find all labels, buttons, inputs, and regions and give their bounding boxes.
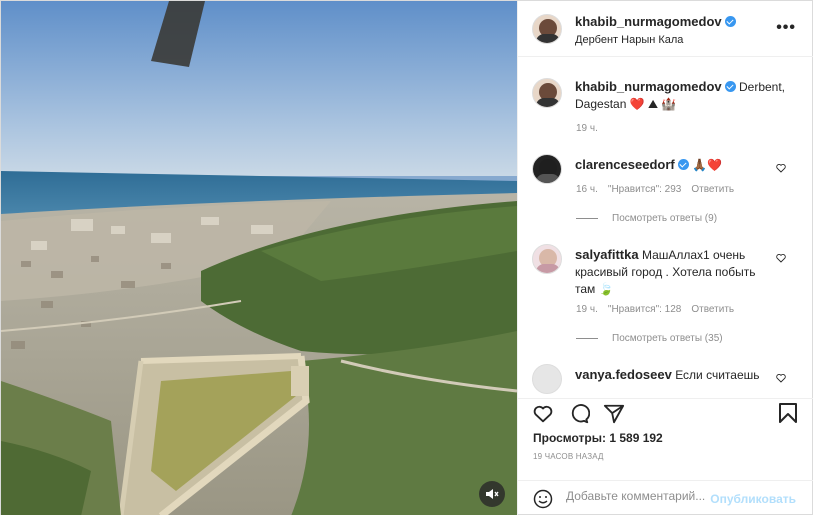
comment-text-line2: красивый город . Хотела побыть (575, 265, 756, 279)
view-replies-button[interactable]: Посмотреть ответы (35) (576, 333, 723, 344)
caption-time[interactable]: 19 ч. (576, 123, 598, 134)
like-comment-heart-icon[interactable] (776, 253, 786, 263)
emoji-smiley-icon[interactable] (533, 489, 553, 509)
share-paper-plane-icon[interactable] (603, 403, 625, 425)
post-header: khabib_nurmagomedov Дербент Нарын Кала •… (518, 1, 813, 57)
speaker-muted-icon (486, 489, 499, 499)
comment-time[interactable]: 16 ч. (576, 184, 598, 195)
like-heart-icon[interactable] (532, 403, 554, 425)
comment-text-line1: МашАллах1 очень (641, 248, 746, 262)
mute-button[interactable] (479, 481, 505, 507)
comment-meta: 16 ч. "Нравится": 293 Ответить (576, 184, 734, 195)
author-username[interactable]: khabib_nurmagomedov (575, 14, 722, 29)
comment-text: Если считаешь (675, 368, 760, 382)
verified-badge-icon (724, 81, 736, 92)
comment-input[interactable] (566, 489, 716, 503)
view-replies-button[interactable]: Посмотреть ответы (9) (576, 213, 717, 224)
avatar[interactable] (532, 364, 562, 394)
comment-meta: 19 ч. "Нравится": 128 Ответить (576, 304, 734, 315)
caption-username[interactable]: khabib_nurmagomedov (575, 79, 722, 94)
like-comment-heart-icon[interactable] (776, 373, 786, 383)
comment: clarenceseedorf 🙏🏾❤️ (575, 156, 722, 174)
reply-button[interactable]: Ответить (691, 304, 734, 315)
comment-username[interactable]: clarenceseedorf (575, 157, 675, 172)
views-count[interactable]: Просмотры: 1 589 192 (533, 431, 663, 445)
comment-bubble-icon[interactable] (568, 403, 590, 425)
view-replies-label: Посмотреть ответы (9) (612, 213, 718, 224)
location-link[interactable]: Дербент Нарын Кала (575, 34, 736, 46)
save-bookmark-icon[interactable] (778, 402, 798, 424)
comment-username[interactable]: vanya.fedoseev (575, 367, 672, 382)
divider (576, 338, 598, 339)
avatar[interactable] (532, 154, 562, 184)
verified-badge-icon (677, 159, 689, 170)
comment-likes[interactable]: "Нравится": 293 (608, 184, 681, 195)
instagram-post-window: khabib_nurmagomedov Дербент Нарын Кала •… (0, 0, 813, 515)
post-video[interactable] (1, 1, 517, 515)
comment-text-line3: там 🍃 (575, 282, 614, 296)
more-options-icon[interactable]: ••• (776, 19, 796, 37)
comment-likes[interactable]: "Нравится": 128 (608, 304, 681, 315)
comment-text: 🙏🏾❤️ (692, 158, 722, 172)
comment-username[interactable]: salyafittka (575, 247, 639, 262)
comment-time[interactable]: 19 ч. (576, 304, 598, 315)
comment: vanya.fedoseev Если считаешь (575, 366, 760, 384)
avatar[interactable] (532, 78, 562, 108)
like-comment-heart-icon[interactable] (776, 163, 786, 173)
caption: khabib_nurmagomedov Derbent, Dagestan ❤️… (575, 78, 800, 113)
add-comment-bar: Опубликовать (518, 480, 813, 515)
reply-button[interactable]: Ответить (691, 184, 734, 195)
verified-badge-icon (724, 16, 736, 27)
comment: salyafittka МашАллах1 очень красивый гор… (575, 246, 765, 298)
caption-text-line1: Derbent, (738, 80, 786, 94)
comments-list[interactable]: khabib_nurmagomedov Derbent, Dagestan ❤️… (518, 58, 813, 398)
publish-button[interactable]: Опубликовать (710, 492, 796, 506)
post-timestamp[interactable]: 19 ЧАСОВ НАЗАД (533, 452, 604, 461)
caption-text-line2: Dagestan (575, 97, 627, 111)
view-replies-label: Посмотреть ответы (35) (612, 333, 723, 344)
caption-emoji: ❤️ ⛰ 🏰 (629, 97, 677, 111)
post-sidebar: khabib_nurmagomedov Дербент Нарын Кала •… (517, 1, 813, 515)
divider (576, 218, 598, 219)
avatar[interactable] (532, 14, 562, 44)
post-actions: Просмотры: 1 589 192 19 ЧАСОВ НАЗАД (518, 398, 813, 478)
aerial-view-image (1, 1, 517, 515)
avatar[interactable] (532, 244, 562, 274)
